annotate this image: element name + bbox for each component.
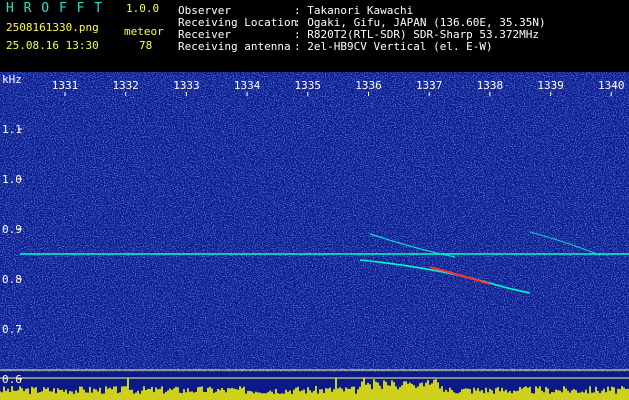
x-tick-label: 1340 — [598, 79, 625, 92]
mode-label: meteor — [124, 25, 164, 38]
noise-texture — [0, 72, 629, 372]
spectrogram-chart: 1331 1332 1333 1334 1335 1336 1337 1338 1339 1340… — [0, 72, 629, 400]
file-name: 2508161330.png — [6, 21, 99, 34]
x-tick-label: 1335 — [295, 79, 322, 92]
antenna-value: : 2el-HB9CV Vertical (el. E-W) — [294, 40, 493, 53]
x-tick-label: 1332 — [112, 79, 139, 92]
x-tick-label: 1336 — [355, 79, 382, 92]
x-tick-label: 1334 — [234, 79, 261, 92]
antenna-label: Receiving antenna — [178, 40, 291, 53]
meteor-count: 78 — [139, 39, 153, 52]
header-panel: H R O F F T 1.0.0 2508161330.png meteor … — [0, 0, 629, 72]
date-time: 25.08.16 13:30 — [6, 39, 99, 52]
x-tick-label: 1339 — [537, 79, 564, 92]
app-name: H R O F F T — [6, 1, 104, 16]
x-tick-label: 1331 — [52, 79, 79, 92]
x-tick-label: 1338 — [477, 79, 504, 92]
y-axis-label: kHz — [2, 73, 22, 86]
x-tick-label: 1333 — [173, 79, 200, 92]
app-version: 1.0.0 — [126, 2, 160, 15]
x-tick-label: 1337 — [416, 79, 443, 92]
